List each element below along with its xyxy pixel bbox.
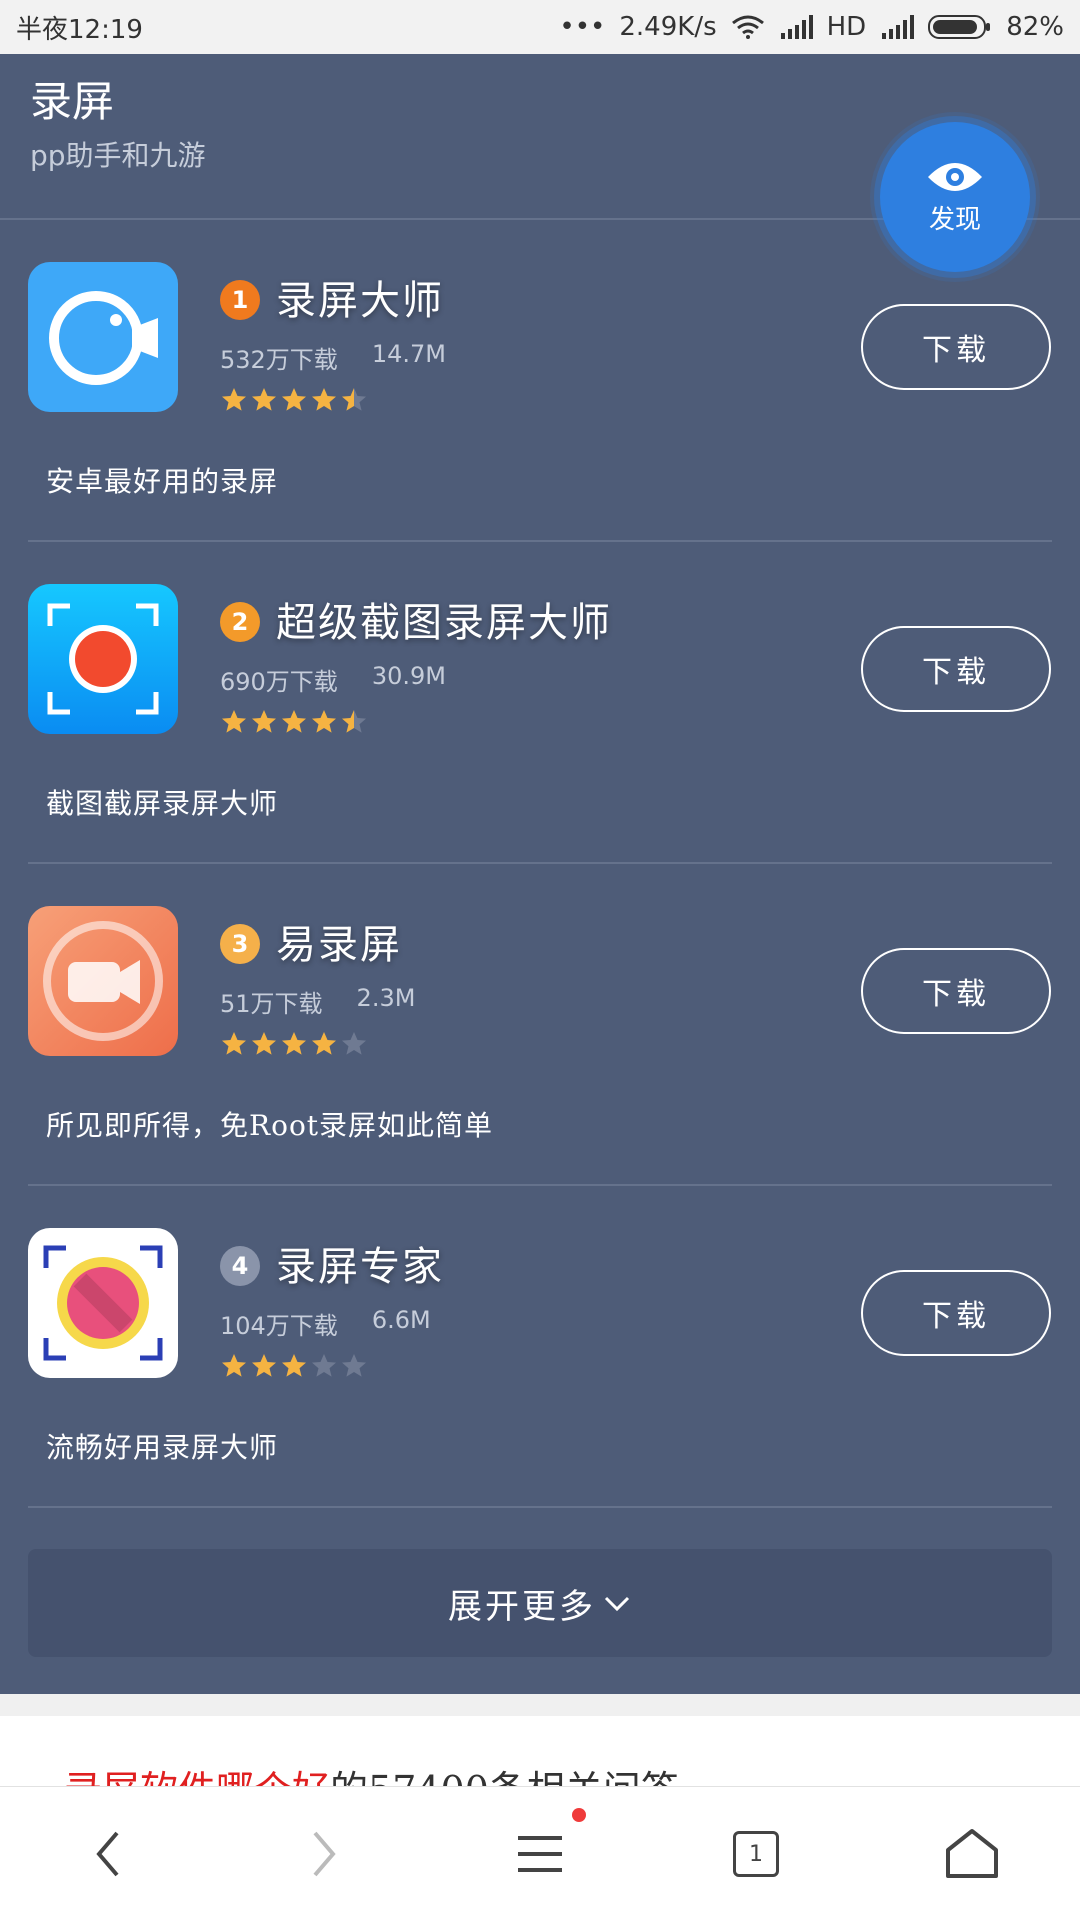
star-icon (312, 710, 336, 733)
app-icon-record-expert[interactable] (28, 1228, 178, 1378)
app-icon-easy-record[interactable] (28, 906, 178, 1056)
star-icon (342, 710, 366, 733)
chevron-down-icon (604, 1596, 630, 1612)
download-button[interactable]: 下载 (861, 1270, 1051, 1356)
app-name[interactable]: 易录屏 (276, 912, 402, 970)
rank-badge: 2 (220, 602, 260, 642)
battery-icon (928, 15, 991, 39)
card-subtitle: pp助手和九游 (30, 139, 206, 172)
app-item[interactable]: 2 超级截图录屏大师 690万下载 30.9M 截图截屏录屏大师 下载 (0, 542, 1080, 864)
star-icon (222, 1032, 246, 1055)
star-icon (222, 1354, 246, 1377)
more-dots-icon: ••• (559, 12, 606, 42)
star-icon (222, 710, 246, 733)
star-icon (282, 1032, 306, 1055)
star-icon (312, 1354, 336, 1377)
star-icon (342, 1354, 366, 1377)
network-speed: 2.49K/s (619, 12, 717, 42)
file-size: 30.9M (371, 662, 446, 690)
download-button[interactable]: 下载 (861, 626, 1051, 712)
notification-dot (572, 1808, 586, 1822)
eye-icon (928, 162, 982, 191)
star-icon (252, 1354, 276, 1377)
rating-stars (220, 1030, 368, 1058)
signal-icon-2 (882, 15, 915, 39)
expand-more-button[interactable]: 展开更多 (28, 1549, 1052, 1657)
rating-stars (220, 708, 368, 736)
wifi-icon (731, 15, 764, 39)
lens-icon (43, 1245, 163, 1361)
star-icon (282, 710, 306, 733)
file-size: 2.3M (356, 984, 416, 1012)
app-name[interactable]: 录屏大师 (276, 268, 444, 326)
tabs-button[interactable]: 1 (716, 1814, 796, 1894)
bottom-nav: 1 (0, 1786, 1080, 1921)
menu-icon (518, 1836, 562, 1872)
star-icon (312, 388, 336, 411)
rank-badge: 3 (220, 924, 260, 964)
star-icon (342, 1032, 366, 1055)
app-name[interactable]: 超级截图录屏大师 (276, 590, 612, 648)
divider (28, 1506, 1052, 1508)
download-count: 51万下载 (220, 990, 323, 1018)
chevron-left-icon (96, 1831, 119, 1877)
menu-button[interactable] (500, 1808, 586, 1894)
star-icon (222, 388, 246, 411)
download-count: 104万下载 (220, 1312, 338, 1340)
app-name[interactable]: 录屏专家 (276, 1234, 444, 1292)
app-description: 流畅好用录屏大师 (46, 1431, 279, 1464)
tab-count: 1 (733, 1831, 779, 1877)
app-item[interactable]: 1 录屏大师 532万下载 14.7M 安卓最好用的录屏 下载 (0, 220, 1080, 542)
signal-icon (780, 15, 813, 39)
star-icon (282, 1354, 306, 1377)
record-icon (47, 603, 159, 715)
recommend-card: 录屏 pp助手和九游 发现 1 录屏大师 532万下载 14.7M 安卓最好用的… (0, 54, 1080, 1694)
video-camera-icon (49, 291, 158, 385)
battery-percent: 82% (1006, 12, 1064, 42)
app-description: 截图截屏录屏大师 (46, 787, 279, 820)
star-icon (252, 710, 276, 733)
camera-icon (43, 921, 163, 1041)
home-button[interactable] (932, 1814, 1012, 1894)
back-button[interactable] (68, 1814, 148, 1894)
download-count: 690万下载 (220, 668, 338, 696)
chevron-right-icon (313, 1831, 336, 1877)
star-icon (282, 388, 306, 411)
download-button[interactable]: 下载 (861, 948, 1051, 1034)
file-size: 14.7M (371, 340, 446, 368)
star-icon (252, 1032, 276, 1055)
rank-badge: 4 (220, 1246, 260, 1286)
app-icon-recorder[interactable] (28, 262, 178, 412)
status-time: 半夜12:19 (16, 14, 143, 45)
file-size: 6.6M (371, 1306, 431, 1334)
expand-more-label: 展开更多 (448, 1586, 596, 1627)
app-item[interactable]: 3 易录屏 51万下载 2.3M 所见即所得，免Root录屏如此简单 下载 (0, 864, 1080, 1186)
home-icon (946, 1829, 998, 1878)
download-button[interactable]: 下载 (861, 304, 1051, 390)
star-icon (342, 388, 366, 411)
app-description: 安卓最好用的录屏 (46, 465, 279, 498)
status-bar: 半夜12:19 ••• 2.49K/s HD 82% (0, 0, 1080, 54)
rating-stars (220, 386, 368, 414)
rating-stars (220, 1352, 368, 1380)
app-icon-screenshot[interactable] (28, 584, 178, 734)
rank-badge: 1 (220, 280, 260, 320)
star-icon (252, 388, 276, 411)
network-type: HD (826, 12, 867, 42)
section-gap (0, 1694, 1080, 1716)
card-title: 录屏 (30, 77, 115, 126)
app-description: 所见即所得，免Root录屏如此简单 (46, 1109, 494, 1142)
forward-button[interactable] (284, 1814, 364, 1894)
star-icon (312, 1032, 336, 1055)
app-item[interactable]: 4 录屏专家 104万下载 6.6M 流畅好用录屏大师 下载 (0, 1186, 1080, 1508)
download-count: 532万下载 (220, 346, 338, 374)
